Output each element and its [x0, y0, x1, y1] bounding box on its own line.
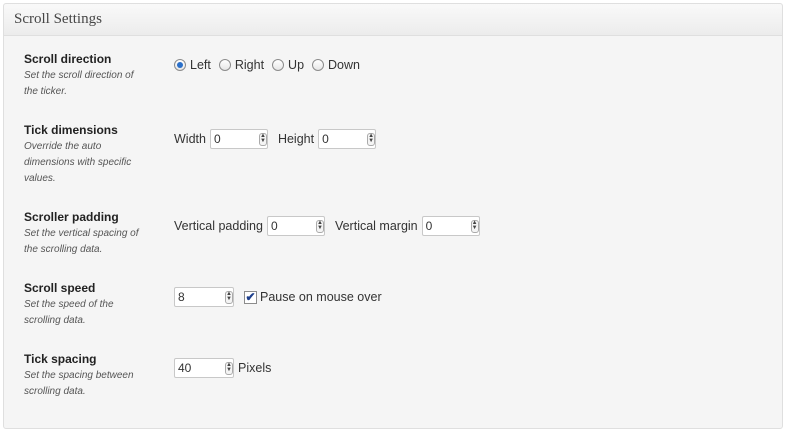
scroll-direction-label: Scroll direction — [24, 52, 112, 66]
tick-spacing-fields: ▲▼ Pixels — [174, 358, 271, 378]
vertical-margin-spin-arrows[interactable]: ▲ ▼ — [470, 219, 479, 233]
width-label: Width — [174, 132, 206, 146]
radio-up[interactable]: Up — [272, 58, 304, 72]
tick-spacing-label: Tick spacing — [24, 352, 97, 366]
panel-title: Scroll Settings — [14, 11, 102, 27]
scroll-speed-desc: Set the speed of the scrolling data. — [24, 299, 114, 326]
tick-spacing-stepper[interactable]: ▲▼ — [174, 358, 234, 378]
tick-spacing-input[interactable] — [175, 359, 225, 377]
vertical-margin-label: Vertical margin — [334, 219, 418, 233]
height-input[interactable] — [319, 130, 368, 148]
tick-dimensions-label: Tick dimensions — [24, 123, 118, 137]
scroll-speed-label: Scroll speed — [24, 281, 96, 295]
scroll-speed-spin-arrows[interactable]: ▲ ▼ — [225, 290, 233, 304]
vertical-padding-input[interactable] — [267, 217, 316, 235]
scroll-settings-panel: Scroll Settings Scroll direction Set the… — [3, 3, 783, 429]
height-stepper[interactable]: ▲▼ — [318, 129, 377, 149]
scroll-direction-options: Left Right Up Down — [174, 58, 368, 72]
vertical-padding-spin-arrows[interactable]: ▲ ▼ — [315, 219, 324, 233]
width-input[interactable] — [210, 130, 259, 148]
scroll-speed-fields: ▲▼ ✔ Pause on mouse over — [174, 287, 382, 307]
radio-left-circle[interactable] — [174, 59, 186, 71]
pixels-unit-label: Pixels — [238, 361, 272, 375]
vertical-margin-stepper[interactable]: ▲▼ — [421, 216, 480, 236]
pause-label: Pause on mouse over — [260, 290, 382, 304]
vertical-padding-label: Vertical padding — [174, 219, 263, 233]
width-spin-arrows[interactable]: ▲ ▼ — [258, 132, 267, 146]
tick-dimensions-desc: Override the auto dimensions with specif… — [24, 141, 132, 184]
scroller-padding-fields: Vertical padding ▲▼ Vertical margin ▲▼ — [174, 216, 490, 236]
scroller-padding-label: Scroller padding — [24, 210, 119, 224]
pause-checkbox[interactable]: ✔ — [244, 290, 257, 304]
radio-right[interactable]: Right — [218, 58, 264, 72]
radio-right-circle[interactable] — [218, 59, 231, 71]
vertical-padding-stepper[interactable]: ▲▼ — [266, 216, 325, 236]
scroll-speed-input[interactable] — [175, 288, 225, 306]
height-spin-arrows[interactable]: ▲ ▼ — [367, 132, 376, 146]
radio-down[interactable]: Down — [312, 58, 360, 72]
tick-spacing-desc: Set the spacing between scrolling data. — [24, 370, 134, 397]
tick-spacing-spin-arrows[interactable]: ▲ ▼ — [225, 361, 233, 375]
radio-up-circle[interactable] — [272, 59, 285, 71]
pause-on-mouseover[interactable]: ✔ Pause on mouse over — [244, 290, 382, 304]
radio-left[interactable]: Left — [174, 58, 211, 72]
radio-down-circle[interactable] — [312, 59, 325, 71]
width-stepper[interactable]: ▲▼ — [209, 129, 268, 149]
vertical-margin-input[interactable] — [422, 217, 471, 235]
scroller-padding-desc: Set the vertical spacing of the scrollin… — [24, 228, 139, 255]
tick-dimensions-fields: Width ▲▼ Height ▲▼ — [174, 129, 386, 149]
scroll-speed-stepper[interactable]: ▲▼ — [174, 287, 234, 307]
height-label: Height — [277, 132, 315, 146]
panel-header[interactable]: Scroll Settings — [4, 4, 782, 36]
scroll-direction-desc: Set the scroll direction of the ticker. — [24, 70, 134, 97]
